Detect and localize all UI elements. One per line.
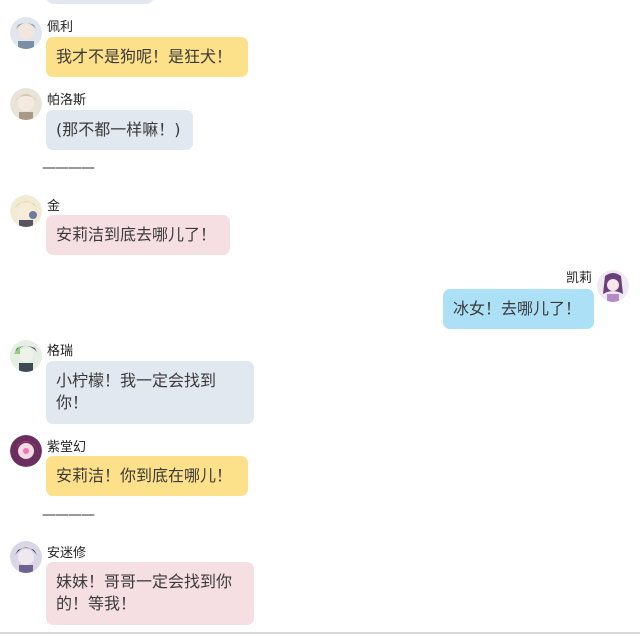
avatar-peili[interactable] xyxy=(10,17,42,49)
partial-previous-bubble xyxy=(46,0,154,4)
sender-name: 凯莉 xyxy=(566,271,593,286)
message-bubble[interactable]: (那不都一样嘛！) xyxy=(46,110,193,150)
sender-name: 安迷修 xyxy=(47,546,87,561)
message-bubble[interactable]: 我才不是狗呢！是狂犬！ xyxy=(46,37,248,77)
message-bubble[interactable]: 小柠檬！我一定会找到你！ xyxy=(46,361,254,424)
message-bubble[interactable]: 冰女！去哪儿了！ xyxy=(443,289,594,329)
sender-name: 金 xyxy=(47,199,61,214)
avatar-gerui[interactable] xyxy=(10,340,42,372)
avatar-jin[interactable] xyxy=(10,195,42,227)
divider: ———— xyxy=(42,507,95,523)
sender-name: 格瑞 xyxy=(47,344,74,359)
avatar-kaili[interactable] xyxy=(597,270,629,302)
avatar-zitanghuan[interactable] xyxy=(10,435,42,467)
message-bubble[interactable]: 妹妹！哥哥一定会找到你的！等我！ xyxy=(46,562,254,625)
divider: ———— xyxy=(42,160,95,176)
avatar-anmixiu[interactable] xyxy=(10,541,42,573)
sender-name: 佩利 xyxy=(47,20,74,35)
message-bubble[interactable]: 安莉洁！你到底在哪儿！ xyxy=(46,456,248,496)
message-bubble[interactable]: 安莉洁到底去哪儿了！ xyxy=(46,215,230,255)
sender-name: 紫堂幻 xyxy=(47,440,87,455)
avatar-paluosi[interactable] xyxy=(10,88,42,120)
sender-name: 帕洛斯 xyxy=(47,93,87,108)
